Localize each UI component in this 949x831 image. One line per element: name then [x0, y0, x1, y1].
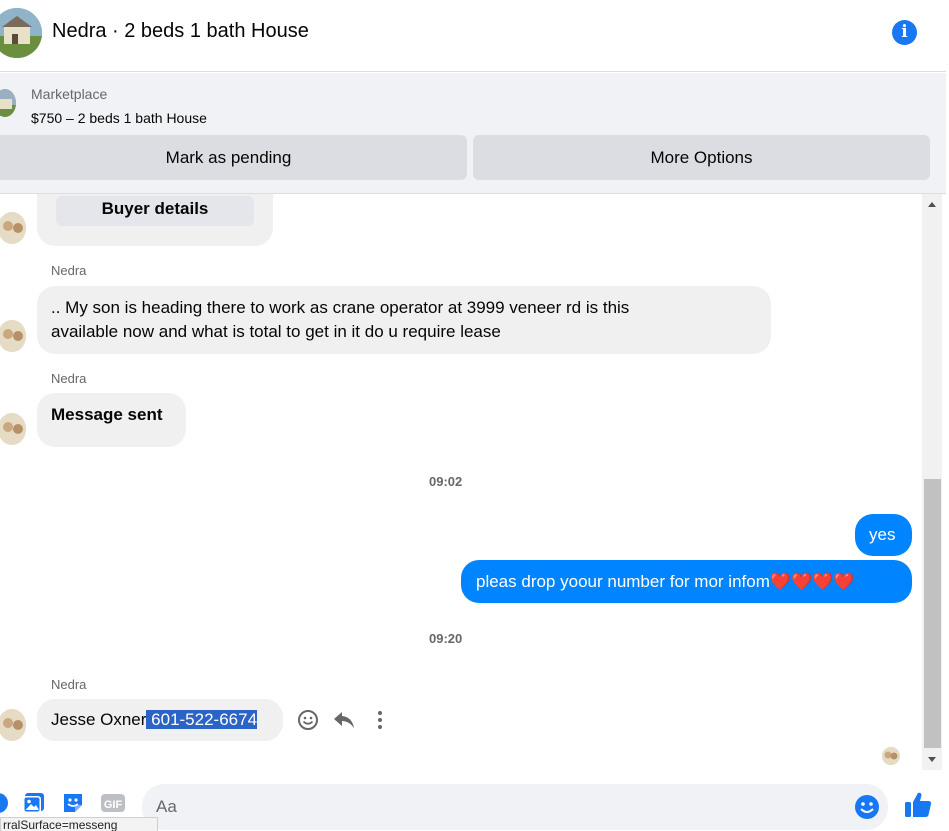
avatar[interactable]: [0, 212, 26, 244]
mark-as-pending-button[interactable]: Mark as pending: [0, 135, 467, 180]
selected-phone-number[interactable]: 601-522-6674: [146, 710, 258, 729]
message-text: Jesse Oxner 601-522-6674: [51, 709, 258, 731]
listing-title[interactable]: $750 – 2 beds 1 bath House: [31, 110, 207, 126]
outgoing-message-bubble[interactable]: pleas drop yoour number for mor infom❤️❤…: [461, 560, 912, 603]
status-tooltip: rralSurface=messeng: [0, 817, 158, 831]
marketplace-panel: Marketplace $750 – 2 beds 1 bath House M…: [0, 73, 946, 194]
avatar[interactable]: [0, 413, 26, 445]
scroll-down-arrow-icon[interactable]: [926, 752, 938, 764]
more-options-button[interactable]: More Options: [473, 135, 930, 180]
thumbs-up-icon[interactable]: [903, 791, 933, 819]
sender-name: Nedra: [51, 263, 87, 278]
message-bubble[interactable]: Message sent: [37, 393, 186, 447]
outgoing-message-bubble[interactable]: yes: [855, 514, 912, 556]
reply-icon[interactable]: [332, 708, 356, 732]
seen-receipt-avatar: [882, 747, 900, 765]
avatar[interactable]: [0, 709, 26, 741]
avatar[interactable]: [0, 320, 26, 352]
conversation-avatar[interactable]: [0, 8, 42, 58]
buyer-details-button[interactable]: Buyer details: [56, 196, 254, 226]
message-actions: [296, 708, 392, 732]
more-vertical-icon[interactable]: [368, 708, 392, 732]
sender-name: Nedra: [51, 677, 87, 692]
sticker-icon[interactable]: [61, 791, 85, 815]
timestamp: 09:02: [429, 474, 463, 489]
emoji-icon[interactable]: [854, 794, 880, 820]
message-line: .. My son is heading there to work as cr…: [51, 298, 630, 317]
gif-label: GIF: [104, 799, 123, 811]
message-input-container: [142, 784, 888, 830]
message-text-plain: Jesse Oxner: [51, 710, 147, 729]
message-input[interactable]: [156, 794, 836, 820]
listing-thumbnail[interactable]: [0, 89, 16, 117]
message-bubble[interactable]: .. My son is heading there to work as cr…: [37, 286, 771, 354]
message-line: available now and what is total to get i…: [51, 322, 501, 341]
scrollbar-thumb[interactable]: [924, 479, 941, 748]
plus-icon[interactable]: [0, 791, 14, 815]
info-icon[interactable]: i: [892, 20, 917, 45]
message-text: pleas drop yoour number for mor infom❤️❤…: [476, 572, 855, 591]
message-text: yes: [869, 525, 896, 544]
conversation-header: Nedra · 2 beds 1 bath House i: [0, 0, 946, 72]
buyer-details-card: Buyer details: [37, 194, 273, 246]
message-text: Message sent: [51, 405, 163, 424]
sender-name: Nedra: [51, 371, 87, 386]
photo-icon[interactable]: [22, 791, 46, 815]
timestamp: 09:20: [429, 631, 463, 646]
smiley-icon[interactable]: [296, 708, 320, 732]
conversation-title: Nedra · 2 beds 1 bath House: [52, 20, 309, 42]
scroll-up-arrow-icon[interactable]: [926, 198, 938, 210]
marketplace-label: Marketplace: [31, 86, 108, 102]
message-bubble[interactable]: Jesse Oxner 601-522-6674: [37, 699, 283, 741]
gif-icon[interactable]: GIF: [100, 791, 126, 815]
